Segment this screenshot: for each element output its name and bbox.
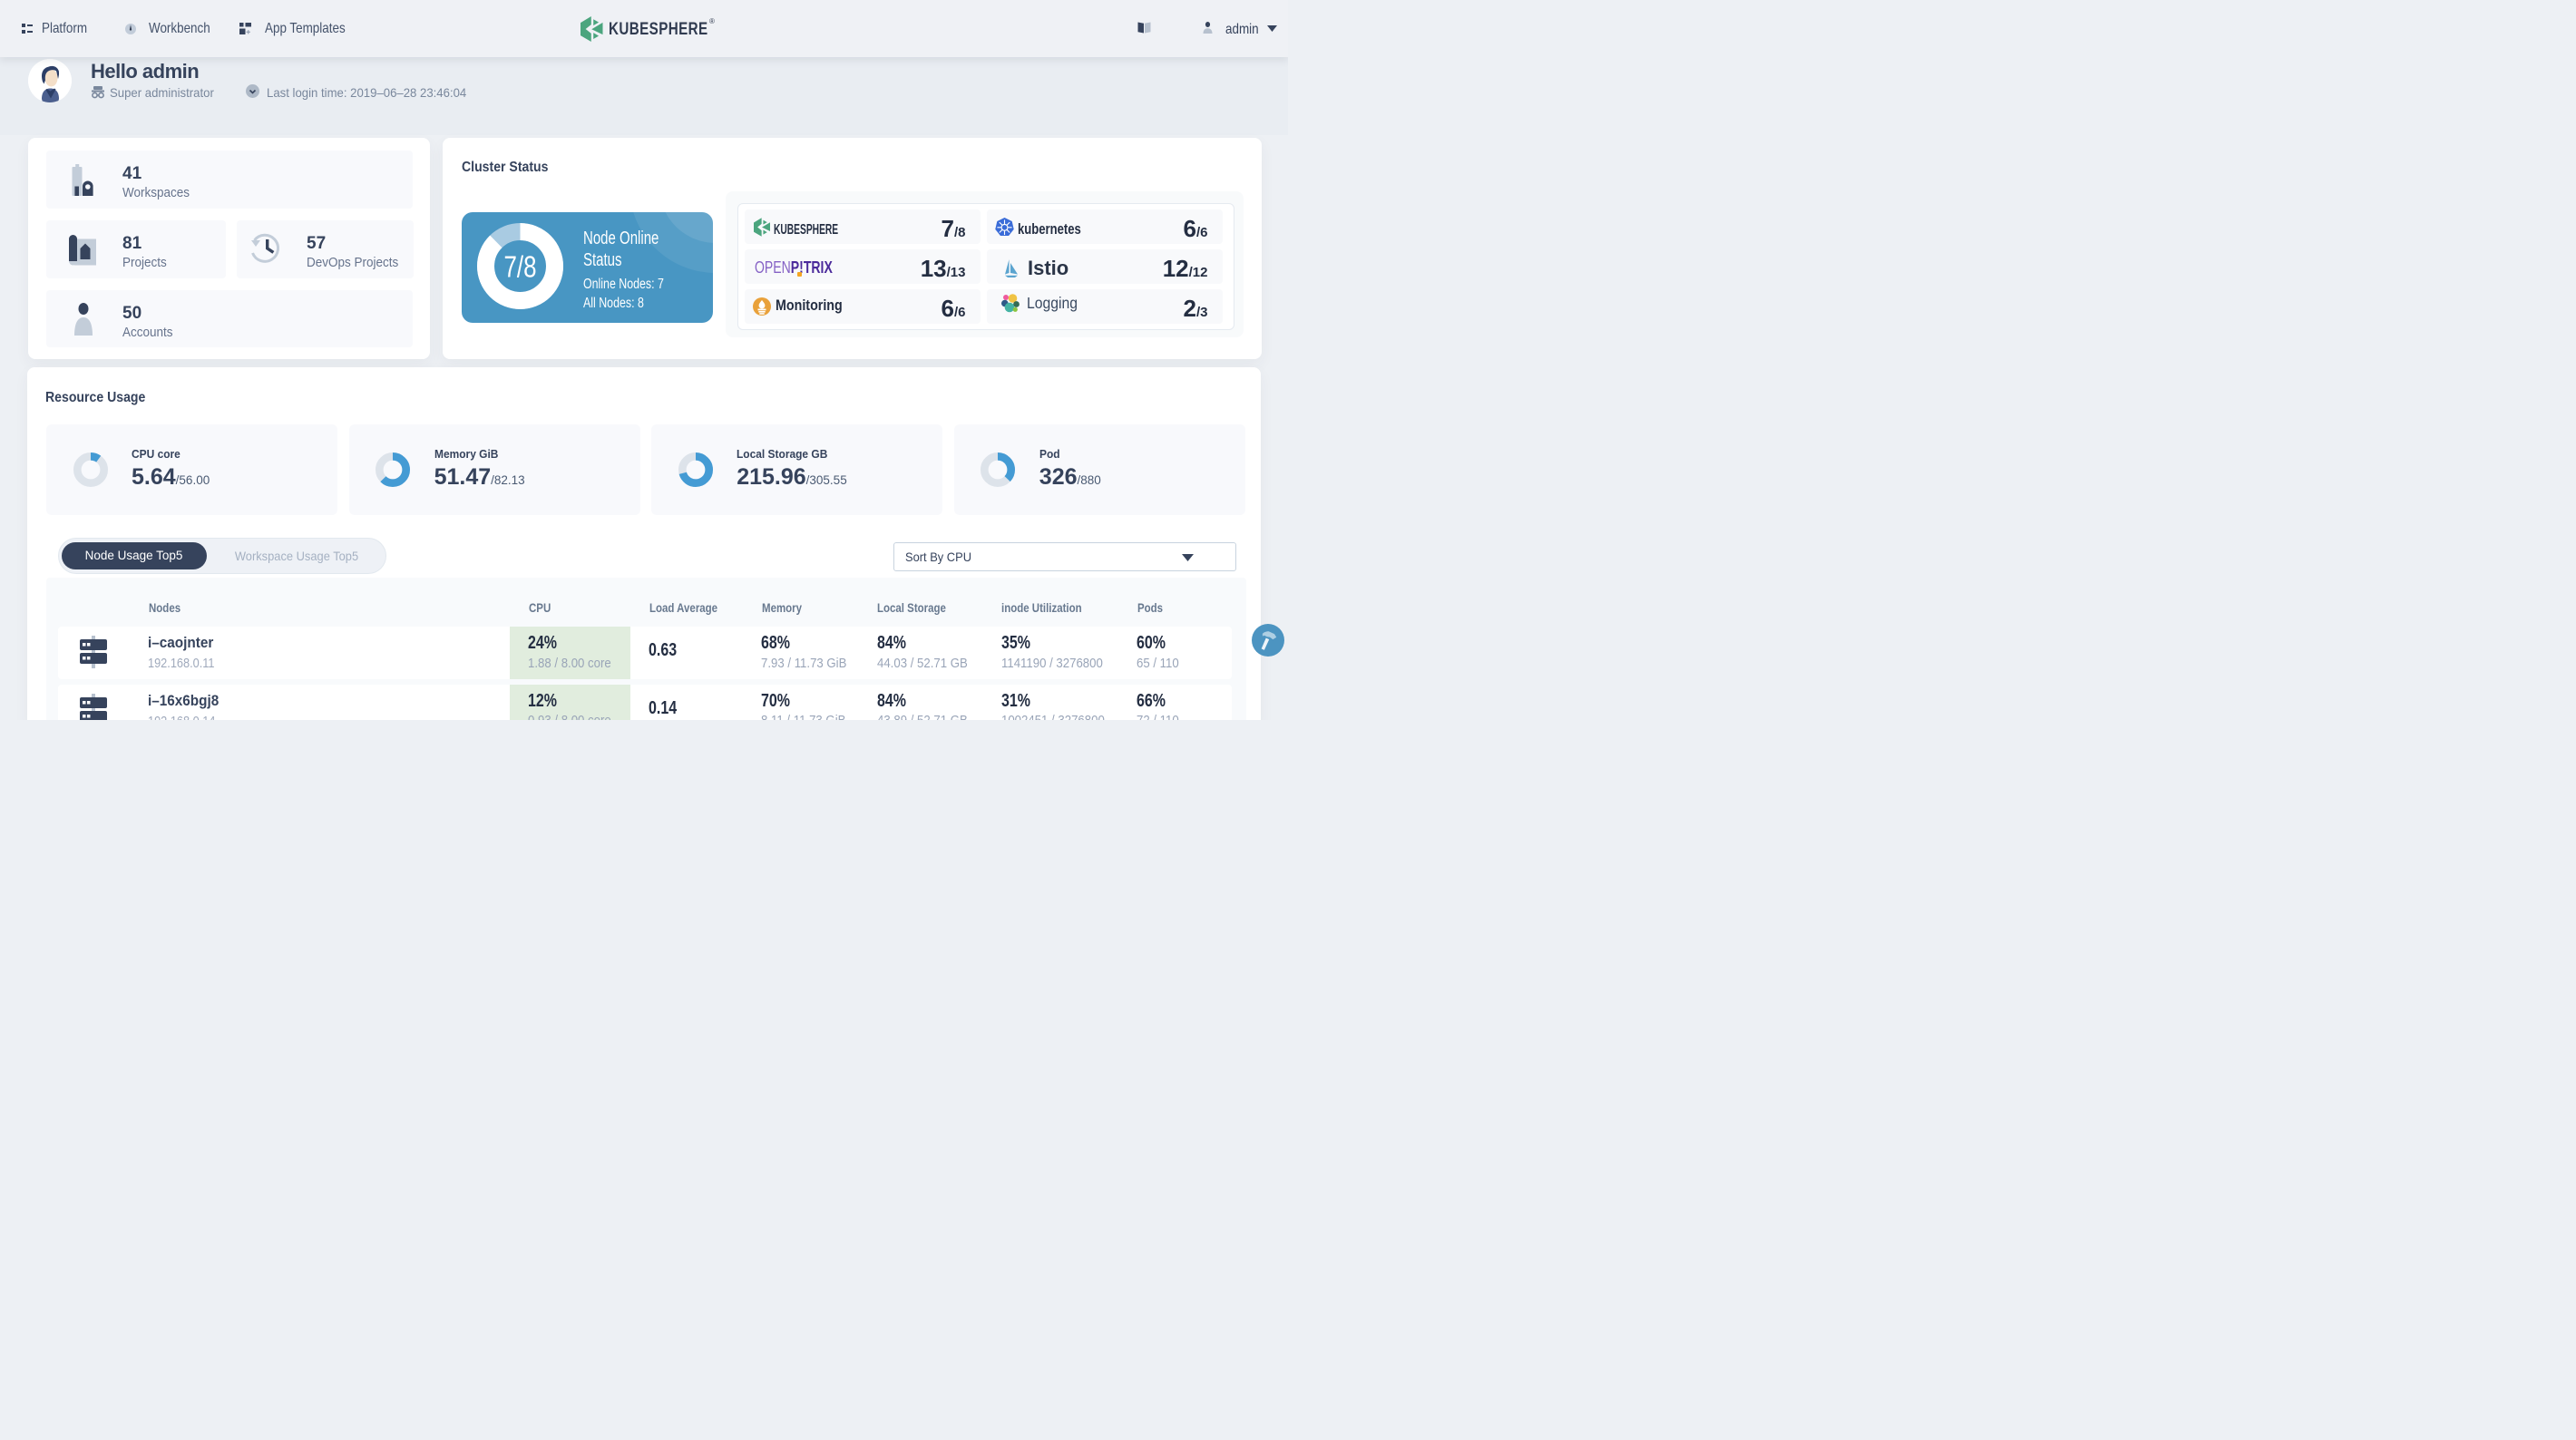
svg-text:7/8: 7/8 bbox=[504, 249, 537, 283]
